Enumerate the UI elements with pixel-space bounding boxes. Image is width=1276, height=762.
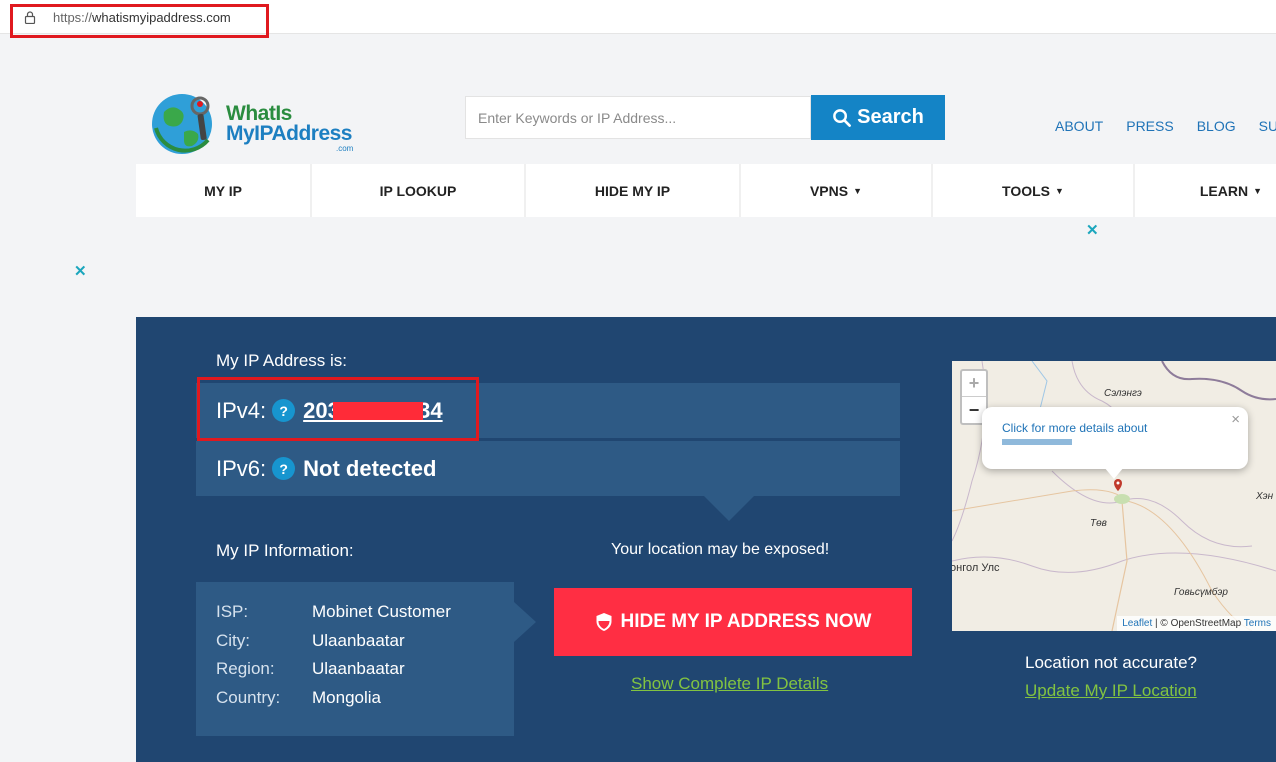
zoom-in-button[interactable]: + xyxy=(962,371,986,397)
search-icon xyxy=(833,109,852,127)
toplink-press[interactable]: PRESS xyxy=(1126,118,1173,134)
nav-label: TOOLS xyxy=(1002,182,1051,199)
search-input[interactable] xyxy=(465,96,811,139)
nav-item-learn[interactable]: LEARN ▼ xyxy=(1135,164,1276,217)
map-label: онгол Улс xyxy=(952,562,1000,574)
popup-text: Click for more details about xyxy=(1002,421,1148,435)
hide-button-label: HIDE MY IP ADDRESS NOW xyxy=(620,611,872,632)
nav-item-vpns[interactable]: VPNS ▼ xyxy=(741,164,933,217)
map-popup[interactable]: × Click for more details about xyxy=(982,407,1248,469)
toplink-support[interactable]: SUP xyxy=(1259,118,1276,134)
nav-label: MY IP xyxy=(204,182,242,199)
my-ip-label: My IP Address is: xyxy=(216,351,348,370)
close-icon[interactable]: × xyxy=(1231,411,1240,428)
map-label: Говьсүмбэр xyxy=(1174,587,1228,598)
caret-down-icon: ▼ xyxy=(853,185,863,196)
nav-item-my-ip[interactable]: MY IP xyxy=(136,164,312,217)
nav-label: IP LOOKUP xyxy=(379,182,457,199)
map-label: Хэн xyxy=(1256,491,1274,502)
ipv6-label: IPv6: xyxy=(216,455,267,481)
pointer-arrow xyxy=(701,493,757,521)
search-button[interactable]: Search xyxy=(811,95,945,140)
top-links: ABOUT PRESS BLOG SUP xyxy=(1055,118,1276,134)
info-value: Ulaanbaatar xyxy=(312,659,405,678)
attribution-text: | © OpenStreetMap xyxy=(1152,618,1244,629)
ip-info-label: My IP Information: xyxy=(216,541,354,560)
info-value: Ulaanbaatar xyxy=(312,630,405,650)
ip-info-box: ISP: Mobinet Customer City: Ulaanbaatar Re… xyxy=(196,582,514,736)
nav-label: HIDE MY IP xyxy=(594,182,671,199)
nav-item-ip-lookup[interactable]: IP LOOKUP xyxy=(312,164,526,217)
nav-label: LEARN xyxy=(1199,182,1249,199)
map-label: Сэлэнгэ xyxy=(1104,388,1142,399)
help-icon[interactable]: ? xyxy=(272,457,296,480)
caret-down-icon: ▼ xyxy=(1055,185,1064,196)
nav-item-hide-my-ip[interactable]: HIDE MY IP xyxy=(526,164,741,217)
info-key: Country: xyxy=(216,687,281,707)
map-attribution: Leaflet | © OpenStreetMap Terms xyxy=(1117,616,1276,631)
leaflet-link[interactable]: Leaflet xyxy=(1122,618,1152,629)
location-map[interactable]: Сэлэнгэ Хэн Төв онгол Улс Говьсүмбэр + −… xyxy=(952,361,1276,631)
info-value: Mongolia xyxy=(312,687,381,707)
location-question: Location not accurate? xyxy=(1025,653,1198,672)
ipv4-highlight-box xyxy=(197,377,479,441)
toplink-about[interactable]: ABOUT xyxy=(1055,118,1103,134)
url-highlight-box xyxy=(10,4,269,38)
exposed-warning: Your location may be exposed! xyxy=(611,541,830,558)
ip-info-panel: My IP Address is: IPv4: ? 203.34.112.34 … xyxy=(136,317,1276,762)
info-row-region: Region: Ulaanbaatar xyxy=(216,659,514,688)
hide-my-ip-button[interactable]: HIDE MY IP ADDRESS NOW xyxy=(554,588,912,656)
info-key: Region: xyxy=(216,659,275,678)
info-key: City: xyxy=(216,630,250,650)
info-arrow xyxy=(514,602,536,642)
map-label: Төв xyxy=(1090,518,1107,529)
info-row-city: City: Ulaanbaatar xyxy=(216,631,514,660)
ipv6-value: Not detected xyxy=(303,455,437,481)
info-key: ISP: xyxy=(216,602,249,621)
logo-text-myipaddress: MyIPAddress xyxy=(226,122,353,145)
nav-item-tools[interactable]: TOOLS ▼ xyxy=(933,164,1135,217)
popup-redacted-ip xyxy=(1002,439,1072,445)
popup-tip xyxy=(1104,467,1124,479)
main-nav: MY IP IP LOOKUP HIDE MY IP VPNS ▼ TOOLS ▼ … xyxy=(136,164,1276,217)
shield-icon xyxy=(596,613,612,631)
ipv6-row: IPv6: ? Not detected xyxy=(196,441,900,496)
nav-label: VPNS xyxy=(809,182,849,199)
info-row-country: Country: Mongolia xyxy=(216,688,514,717)
toplink-blog[interactable]: BLOG xyxy=(1197,118,1236,134)
site-logo[interactable]: WhatIs MyIPAddress .com xyxy=(150,88,370,162)
globe-magnifier-icon xyxy=(152,94,212,154)
ad-close-icon[interactable]: ✕ xyxy=(1086,223,1099,238)
info-row-isp: ISP: Mobinet Customer xyxy=(216,602,514,631)
logo-text-com: .com xyxy=(336,144,354,153)
update-location-link[interactable]: Update My IP Location xyxy=(1025,681,1197,701)
show-details-link[interactable]: Show Complete IP Details xyxy=(631,674,828,694)
ad-close-icon[interactable]: ✕ xyxy=(74,264,87,279)
caret-down-icon: ▼ xyxy=(1253,185,1262,196)
info-value: Mobinet Customer xyxy=(312,602,451,621)
search-button-label: Search xyxy=(857,106,924,128)
terms-link[interactable]: Terms xyxy=(1244,618,1271,629)
